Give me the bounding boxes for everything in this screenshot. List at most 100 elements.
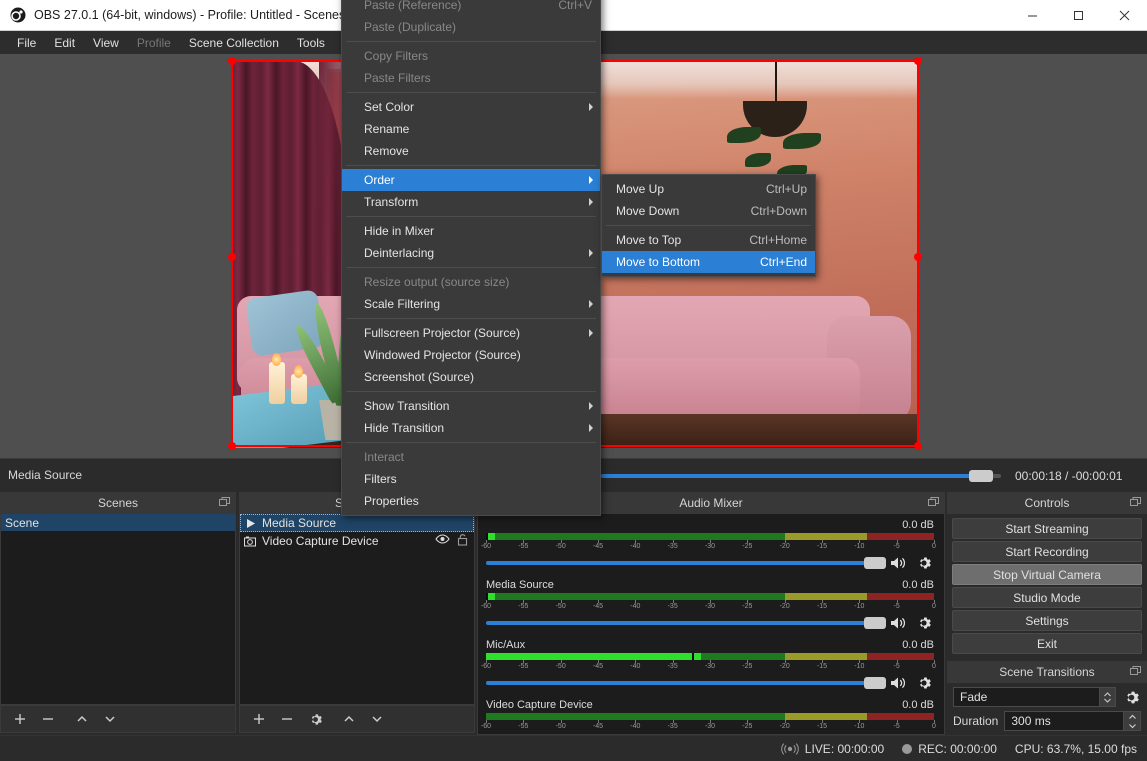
duration-input[interactable]: 300 ms: [1004, 711, 1141, 731]
media-seek-handle[interactable]: [969, 470, 993, 482]
chevron-up-icon: [344, 715, 354, 722]
stepper-up-icon[interactable]: [1124, 712, 1140, 721]
ctx-fullscreen-projector-source[interactable]: Fullscreen Projector (Source): [342, 322, 600, 344]
float-dock-icon[interactable]: [928, 497, 939, 508]
mixer-tick-label: -55: [518, 663, 529, 670]
add-source-button[interactable]: [246, 707, 272, 731]
remove-source-button[interactable]: [274, 707, 300, 731]
ctx-rename[interactable]: Rename: [342, 118, 600, 140]
mixer-settings-button[interactable]: [914, 554, 934, 572]
source-lock-icon[interactable]: [457, 533, 468, 549]
source-list-item[interactable]: Video Capture Device: [240, 532, 474, 550]
remove-scene-button[interactable]: [35, 707, 61, 731]
media-seek-row[interactable]: 00:00:18 / -00:00:01: [595, 465, 1147, 487]
ctx-paste-reference: Paste (Reference) Ctrl+V: [342, 0, 600, 16]
mixer-peak-level: [486, 653, 702, 660]
float-dock-icon[interactable]: [1130, 666, 1141, 677]
mixer-volume-row: [486, 614, 934, 632]
close-button[interactable]: [1101, 0, 1147, 31]
mixer-tick-label: 0: [932, 543, 936, 550]
mixer-tick-label: -5: [893, 663, 900, 670]
scenes-list[interactable]: Scene: [0, 514, 236, 705]
mixer-settings-button[interactable]: [914, 674, 934, 692]
ctx-order[interactable]: Order: [342, 169, 600, 191]
source-visibility-icon[interactable]: [435, 533, 450, 549]
mixer-peak-marker: [486, 533, 488, 540]
start-recording-button[interactable]: Start Recording: [952, 541, 1142, 562]
mixer-mute-button[interactable]: [888, 674, 908, 692]
transition-properties-button[interactable]: [1121, 688, 1141, 706]
move-source-up-button[interactable]: [336, 707, 362, 731]
duration-stepper[interactable]: [1123, 712, 1140, 730]
plus-icon: [15, 714, 25, 724]
rec-status: REC: 00:00:00: [902, 742, 997, 756]
order-move-to-bottom[interactable]: Move to Bottom Ctrl+End: [602, 251, 815, 273]
ctx-show-transition[interactable]: Show Transition: [342, 395, 600, 417]
order-move-down[interactable]: Move Down Ctrl+Down: [602, 200, 815, 222]
order-submenu[interactable]: Move Up Ctrl+Up Move Down Ctrl+Down Move to …: [601, 174, 816, 277]
mixer-mute-button[interactable]: [888, 614, 908, 632]
menu-view[interactable]: View: [84, 33, 128, 53]
menu-separator: [606, 225, 811, 226]
float-dock-icon[interactable]: [219, 497, 230, 508]
stepper-down-icon[interactable]: [1124, 721, 1140, 730]
ctx-properties[interactable]: Properties: [342, 490, 600, 512]
media-seek-slider[interactable]: [601, 470, 1001, 482]
duration-label: Duration: [953, 714, 999, 728]
mixer-volume-handle[interactable]: [864, 557, 886, 569]
move-source-down-button[interactable]: [364, 707, 390, 731]
mixer-volume-slider[interactable]: [486, 677, 886, 689]
mixer-tick-label: -30: [704, 723, 716, 730]
stop-virtual-camera-button[interactable]: Stop Virtual Camera: [952, 564, 1142, 585]
order-move-to-top[interactable]: Move to Top Ctrl+Home: [602, 229, 815, 251]
mixer-channels[interactable]: 0.0 dB -60 -55 -50 -45 -40 -35 -30 -25 -20 -15 -10-…: [477, 514, 945, 735]
move-scene-down-button[interactable]: [97, 707, 123, 731]
mixer-tick-label: -60: [480, 723, 492, 730]
ctx-screenshot-source[interactable]: Screenshot (Source): [342, 366, 600, 388]
chevron-down-icon: [372, 716, 382, 723]
source-context-menu[interactable]: Paste (Reference) Ctrl+V Paste (Duplicate)…: [341, 0, 601, 516]
transition-select[interactable]: Fade: [953, 687, 1116, 707]
ctx-deinterlacing[interactable]: Deinterlacing: [342, 242, 600, 264]
ctx-transform[interactable]: Transform: [342, 191, 600, 213]
ctx-hide-transition[interactable]: Hide Transition: [342, 417, 600, 439]
mixer-mute-button[interactable]: [888, 554, 908, 572]
sources-list[interactable]: Media Source Video Capture Device: [239, 514, 475, 705]
menu-item-label: Hide Transition: [364, 421, 445, 435]
menu-edit[interactable]: Edit: [45, 33, 84, 53]
source-list-item[interactable]: Media Source: [240, 514, 474, 532]
chevron-updown-icon[interactable]: [1099, 688, 1115, 706]
order-move-up[interactable]: Move Up Ctrl+Up: [602, 178, 815, 200]
mixer-volume-slider[interactable]: [486, 557, 886, 569]
play-icon: [247, 518, 255, 528]
menu-profile[interactable]: Profile: [128, 33, 180, 53]
studio-mode-button[interactable]: Studio Mode: [952, 587, 1142, 608]
menu-tools[interactable]: Tools: [288, 33, 334, 53]
scenes-dock: Scenes Scene: [0, 492, 236, 735]
ctx-scale-filtering[interactable]: Scale Filtering: [342, 293, 600, 315]
ctx-filters[interactable]: Filters: [342, 468, 600, 490]
menu-file[interactable]: File: [8, 33, 45, 53]
minimize-button[interactable]: [1009, 0, 1055, 31]
mixer-settings-button[interactable]: [914, 614, 934, 632]
scene-list-item[interactable]: Scene: [1, 514, 235, 531]
float-dock-icon[interactable]: [1130, 497, 1141, 508]
source-properties-button[interactable]: [302, 707, 328, 731]
ctx-remove[interactable]: Remove: [342, 140, 600, 162]
exit-button[interactable]: Exit: [952, 633, 1142, 654]
move-scene-up-button[interactable]: [69, 707, 95, 731]
start-streaming-button[interactable]: Start Streaming: [952, 518, 1142, 539]
mixer-level-meter: [486, 653, 934, 660]
menu-scene-collection[interactable]: Scene Collection: [180, 33, 288, 53]
ctx-set-color[interactable]: Set Color: [342, 96, 600, 118]
mixer-volume-slider[interactable]: [486, 617, 886, 629]
settings-button[interactable]: Settings: [952, 610, 1142, 631]
mixer-tick-label: -35: [667, 723, 678, 730]
add-scene-button[interactable]: [7, 707, 33, 731]
maximize-button[interactable]: [1055, 0, 1101, 31]
mixer-volume-handle[interactable]: [864, 677, 886, 689]
mixer-volume-handle[interactable]: [864, 617, 886, 629]
mixer-tick-label: -25: [742, 663, 753, 670]
ctx-hide-in-mixer[interactable]: Hide in Mixer: [342, 220, 600, 242]
ctx-windowed-projector-source[interactable]: Windowed Projector (Source): [342, 344, 600, 366]
